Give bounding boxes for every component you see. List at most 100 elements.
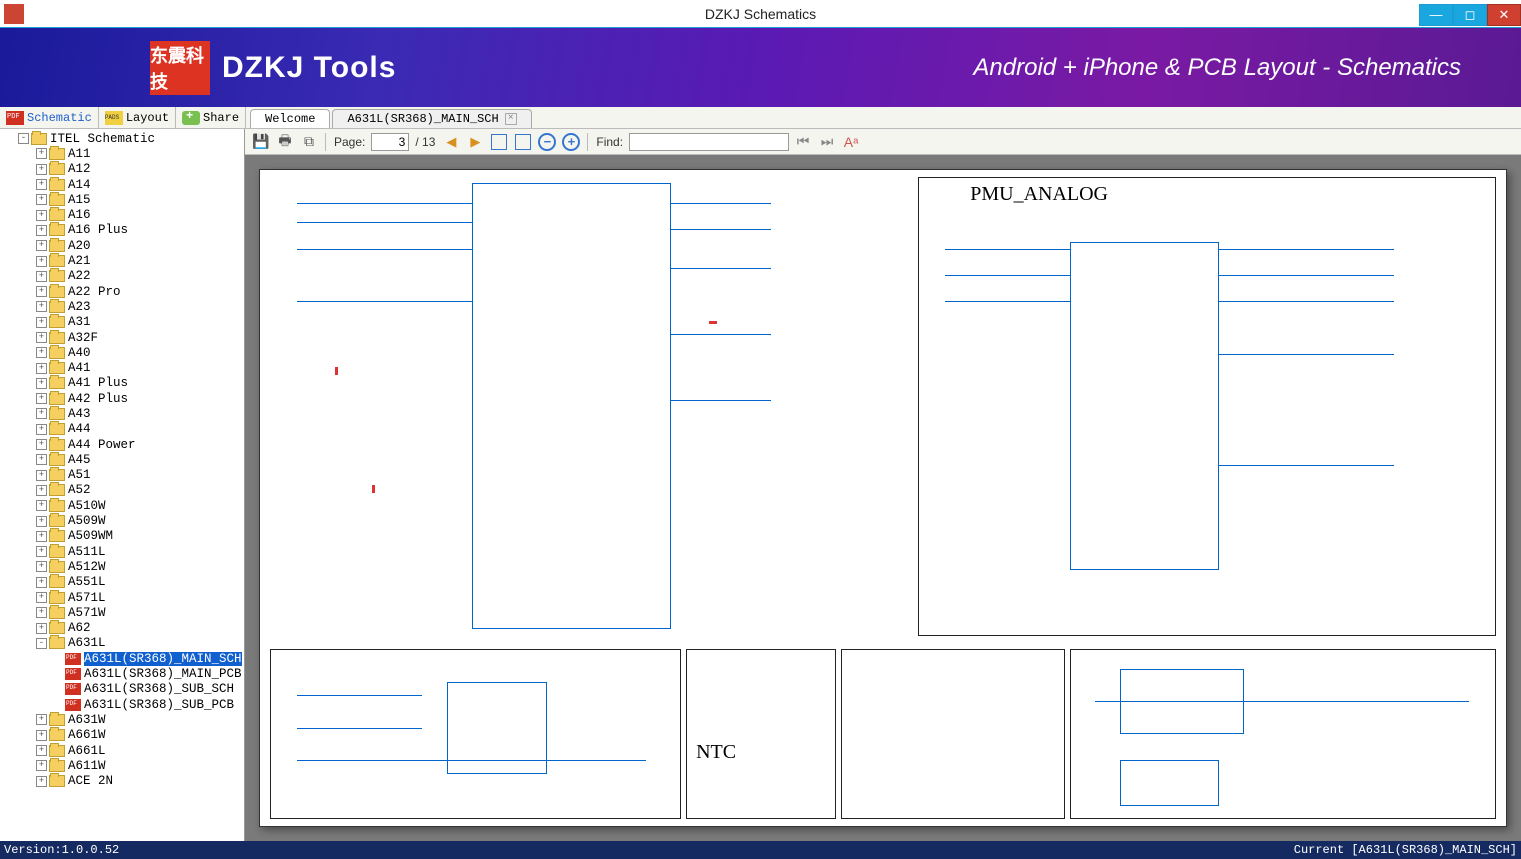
expand-icon[interactable]: + xyxy=(36,194,47,205)
tree-folder-item[interactable]: +A41 xyxy=(0,360,244,375)
tree-folder-item[interactable]: +A11 xyxy=(0,146,244,161)
tree-folder-item[interactable]: +A23 xyxy=(0,299,244,314)
tree-folder-item[interactable]: +A571W xyxy=(0,605,244,620)
tree-folder-item[interactable]: +A510W xyxy=(0,498,244,513)
expand-icon[interactable]: + xyxy=(36,317,47,328)
tree-folder-item[interactable]: +A51 xyxy=(0,468,244,483)
expand-icon[interactable]: + xyxy=(36,776,47,787)
expand-icon[interactable]: + xyxy=(36,225,47,236)
tree-folder-item[interactable]: +A21 xyxy=(0,253,244,268)
expand-icon[interactable]: + xyxy=(36,240,47,251)
expand-icon[interactable]: + xyxy=(36,439,47,450)
tree-file-item[interactable]: A631L(SR368)_MAIN_SCH xyxy=(0,651,244,666)
tree-file-item[interactable]: A631L(SR368)_SUB_SCH xyxy=(0,682,244,697)
expand-icon[interactable]: + xyxy=(36,256,47,267)
tab-close-icon[interactable]: × xyxy=(505,113,517,125)
tree-folder-item[interactable]: +A40 xyxy=(0,345,244,360)
expand-icon[interactable]: + xyxy=(36,577,47,588)
expand-icon[interactable]: + xyxy=(36,531,47,542)
expand-icon[interactable]: + xyxy=(36,164,47,175)
expand-icon[interactable]: + xyxy=(36,179,47,190)
fit-page-button[interactable] xyxy=(513,132,533,152)
page-next-button[interactable]: ▶ xyxy=(465,132,485,152)
tree-folder-item[interactable]: +A44 xyxy=(0,422,244,437)
expand-icon[interactable]: + xyxy=(36,363,47,374)
zoom-out-button[interactable]: − xyxy=(537,132,557,152)
find-input[interactable] xyxy=(629,133,789,151)
tree-folder-item[interactable]: +A62 xyxy=(0,621,244,636)
tree-folder-item[interactable]: +A20 xyxy=(0,238,244,253)
schematic-page[interactable]: PMU_ANALOG NTC xyxy=(259,169,1507,827)
page-number-input[interactable] xyxy=(371,133,409,151)
maximize-button[interactable]: ◻ xyxy=(1453,4,1487,26)
tab-main-sch[interactable]: A631L(SR368)_MAIN_SCH× xyxy=(332,109,531,128)
tree-folder-item[interactable]: +A22 xyxy=(0,269,244,284)
tree-folder-item[interactable]: +A511L xyxy=(0,544,244,559)
expand-icon[interactable]: + xyxy=(36,546,47,557)
tree-file-item[interactable]: A631L(SR368)_SUB_PCB xyxy=(0,697,244,712)
zoom-in-button[interactable]: + xyxy=(561,132,581,152)
text-size-button[interactable]: Aᵃ xyxy=(841,132,861,152)
expand-icon[interactable]: + xyxy=(36,714,47,725)
expand-icon[interactable]: + xyxy=(36,607,47,618)
tree-folder-item[interactable]: +A512W xyxy=(0,559,244,574)
expand-icon[interactable]: + xyxy=(36,485,47,496)
expand-icon[interactable]: + xyxy=(36,424,47,435)
tool-copy-icon[interactable]: ⧉ xyxy=(299,132,319,152)
close-button[interactable]: ✕ xyxy=(1487,4,1521,26)
expand-icon[interactable]: + xyxy=(36,516,47,527)
tree-folder-item[interactable]: +A611W xyxy=(0,758,244,773)
tree-folder-item[interactable]: +A32F xyxy=(0,330,244,345)
fit-width-button[interactable] xyxy=(489,132,509,152)
minimize-button[interactable]: — xyxy=(1419,4,1453,26)
tree-root[interactable]: -ITEL Schematic xyxy=(0,131,244,146)
tree-folder-item[interactable]: +A14 xyxy=(0,177,244,192)
expand-icon[interactable]: + xyxy=(36,332,47,343)
expand-icon[interactable]: + xyxy=(36,393,47,404)
expand-icon[interactable]: + xyxy=(36,286,47,297)
tree-folder-item[interactable]: +A42 Plus xyxy=(0,391,244,406)
expand-icon[interactable]: + xyxy=(36,301,47,312)
find-next-button[interactable]: ⏭ xyxy=(817,132,837,152)
tree-folder-item[interactable]: +A41 Plus xyxy=(0,376,244,391)
tree-folder-item[interactable]: +A44 Power xyxy=(0,437,244,452)
tree-folder-item[interactable]: +A661W xyxy=(0,728,244,743)
expand-icon[interactable]: + xyxy=(36,347,47,358)
expand-icon[interactable]: + xyxy=(36,730,47,741)
tree-folder-item[interactable]: -A631L xyxy=(0,636,244,651)
tree-folder-item[interactable]: +A31 xyxy=(0,315,244,330)
mode-layout-button[interactable]: Layout xyxy=(99,107,176,128)
tree-folder-item[interactable]: +A52 xyxy=(0,483,244,498)
find-prev-button[interactable]: ⏮ xyxy=(793,132,813,152)
tool-save-icon[interactable]: 💾 xyxy=(251,132,271,152)
collapse-icon[interactable]: - xyxy=(18,133,29,144)
expand-icon[interactable]: + xyxy=(36,408,47,419)
expand-icon[interactable]: + xyxy=(36,378,47,389)
expand-icon[interactable]: + xyxy=(36,592,47,603)
expand-icon[interactable]: + xyxy=(36,500,47,511)
tree-folder-item[interactable]: +A12 xyxy=(0,162,244,177)
tree-folder-item[interactable]: +A43 xyxy=(0,406,244,421)
expand-icon[interactable]: + xyxy=(36,760,47,771)
collapse-icon[interactable]: - xyxy=(36,638,47,649)
expand-icon[interactable]: + xyxy=(36,470,47,481)
tree-sidebar[interactable]: -ITEL Schematic+A11+A12+A14+A15+A16+A16 … xyxy=(0,129,245,841)
viewer-content[interactable]: PMU_ANALOG NTC xyxy=(245,155,1521,841)
expand-icon[interactable]: + xyxy=(36,148,47,159)
tree-folder-item[interactable]: +A22 Pro xyxy=(0,284,244,299)
tree-folder-item[interactable]: +ACE 2N xyxy=(0,773,244,788)
tree-file-item[interactable]: A631L(SR368)_MAIN_PCB xyxy=(0,666,244,681)
tree-folder-item[interactable]: +A45 xyxy=(0,452,244,467)
expand-icon[interactable]: + xyxy=(36,210,47,221)
tree-folder-item[interactable]: +A661L xyxy=(0,743,244,758)
tree-folder-item[interactable]: +A509WM xyxy=(0,529,244,544)
tree-folder-item[interactable]: +A16 Plus xyxy=(0,223,244,238)
expand-icon[interactable]: + xyxy=(36,271,47,282)
tree-folder-item[interactable]: +A16 xyxy=(0,207,244,222)
expand-icon[interactable]: + xyxy=(36,454,47,465)
tool-print-icon[interactable]: 🖶 xyxy=(275,132,295,152)
tree-folder-item[interactable]: +A15 xyxy=(0,192,244,207)
tree-folder-item[interactable]: +A571L xyxy=(0,590,244,605)
tree-folder-item[interactable]: +A551L xyxy=(0,575,244,590)
expand-icon[interactable]: + xyxy=(36,745,47,756)
